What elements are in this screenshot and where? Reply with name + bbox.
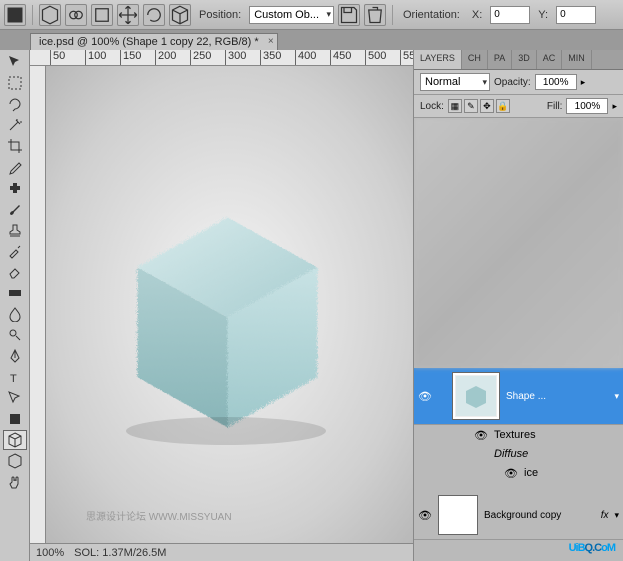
rotate-icon[interactable] bbox=[143, 4, 165, 26]
opacity-label: Opacity: bbox=[494, 77, 531, 88]
layers-panel: LAYERS CH PA 3D AC MIN Normal Opacity: ▸… bbox=[413, 50, 623, 561]
fill-label: Fill: bbox=[547, 101, 563, 112]
layer-name: Background copy bbox=[484, 510, 595, 521]
doc-size: SOL: 1.37M/26.5M bbox=[74, 547, 166, 559]
position-combo[interactable]: Custom Ob... bbox=[249, 6, 334, 24]
layer-thumbnail[interactable] bbox=[452, 372, 500, 420]
opacity-input[interactable] bbox=[535, 74, 577, 90]
tab-bar: ice.psd @ 100% (Shape 1 copy 22, RGB/8) … bbox=[0, 30, 623, 50]
canvas[interactable]: 思源设计论坛 WWW.MISSYUAN bbox=[46, 66, 413, 543]
horizontal-ruler[interactable]: 50 100 150 200 250 300 350 400 450 500 5… bbox=[30, 50, 413, 66]
hand-tool[interactable] bbox=[3, 472, 27, 492]
tab-actions[interactable]: AC bbox=[537, 50, 563, 69]
document-tab[interactable]: ice.psd @ 100% (Shape 1 copy 22, RGB/8) … bbox=[30, 33, 278, 50]
tab-title: ice.psd @ 100% (Shape 1 copy 22, RGB/8) … bbox=[39, 36, 259, 48]
lock-label: Lock: bbox=[420, 101, 444, 112]
ps-icon[interactable] bbox=[4, 4, 26, 26]
layer-name: Shape ... bbox=[506, 391, 608, 402]
tab-channels[interactable]: CH bbox=[462, 50, 488, 69]
lock-pixels-icon[interactable]: ✎ bbox=[464, 99, 478, 113]
tab-layers[interactable]: LAYERS bbox=[414, 50, 462, 69]
y-input[interactable] bbox=[556, 6, 596, 24]
chevron-icon[interactable]: ▸ bbox=[581, 77, 586, 88]
options-bar: Position: Custom Ob... Orientation: X: Y… bbox=[0, 0, 623, 30]
layer-shape[interactable]: 👁 Shape ... ▾ bbox=[414, 368, 623, 425]
tab-mini[interactable]: MIN bbox=[562, 50, 592, 69]
status-bar: 100% SOL: 1.37M/26.5M bbox=[30, 543, 413, 561]
position-label: Position: bbox=[199, 9, 241, 21]
healing-tool[interactable] bbox=[3, 178, 27, 198]
diffuse-item[interactable]: Diffuse bbox=[414, 445, 623, 463]
visibility-icon[interactable]: 👁 bbox=[474, 428, 488, 442]
move-icon[interactable] bbox=[117, 4, 139, 26]
lock-transparency-icon[interactable]: ▦ bbox=[448, 99, 462, 113]
wand-tool[interactable] bbox=[3, 115, 27, 135]
svg-text:T: T bbox=[10, 373, 17, 385]
move-tool[interactable] bbox=[3, 52, 27, 72]
3d-camera-tool[interactable] bbox=[3, 451, 27, 471]
layer-background[interactable]: 👁 Background copy fx ▾ bbox=[414, 491, 623, 540]
blur-tool[interactable] bbox=[3, 304, 27, 324]
canvas-area: 50 100 150 200 250 300 350 400 450 500 5… bbox=[30, 50, 413, 561]
eraser-tool[interactable] bbox=[3, 262, 27, 282]
toolbox: T bbox=[0, 50, 30, 561]
textures-group[interactable]: 👁 Textures bbox=[414, 425, 623, 445]
lasso-tool[interactable] bbox=[3, 94, 27, 114]
x-input[interactable] bbox=[490, 6, 530, 24]
blend-mode-combo[interactable]: Normal bbox=[420, 73, 490, 91]
layer-thumbnail[interactable] bbox=[438, 495, 478, 535]
chevron-down-icon[interactable]: ▾ bbox=[614, 510, 619, 521]
fx-icon[interactable]: fx bbox=[601, 510, 609, 521]
lock-position-icon[interactable]: ✥ bbox=[480, 99, 494, 113]
chevron-down-icon[interactable]: ▾ bbox=[614, 391, 619, 402]
shape-tool[interactable] bbox=[3, 409, 27, 429]
visibility-icon[interactable]: 👁 bbox=[418, 508, 432, 522]
orientation-label: Orientation: bbox=[403, 9, 460, 21]
cube-icon[interactable] bbox=[39, 4, 61, 26]
brush-tool[interactable] bbox=[3, 199, 27, 219]
close-icon[interactable]: × bbox=[268, 36, 274, 47]
y-label: Y: bbox=[538, 9, 548, 21]
canvas-watermark: 思源设计论坛 WWW.MISSYUAN bbox=[86, 508, 232, 523]
zoom-level[interactable]: 100% bbox=[36, 547, 64, 559]
tab-paths[interactable]: PA bbox=[488, 50, 512, 69]
save-icon[interactable] bbox=[338, 4, 360, 26]
tab-3d[interactable]: 3D bbox=[512, 50, 537, 69]
pen-tool[interactable] bbox=[3, 346, 27, 366]
eyedropper-tool[interactable] bbox=[3, 157, 27, 177]
visibility-icon[interactable]: 👁 bbox=[504, 466, 518, 480]
crop-tool[interactable] bbox=[3, 136, 27, 156]
group-icon[interactable] bbox=[65, 4, 87, 26]
ice-texture-item[interactable]: 👁 ice bbox=[414, 463, 623, 483]
chevron-icon[interactable]: ▸ bbox=[612, 101, 617, 112]
object-icon[interactable] bbox=[91, 4, 113, 26]
vertical-ruler[interactable] bbox=[30, 66, 46, 543]
delete-icon[interactable] bbox=[364, 4, 386, 26]
lock-all-icon[interactable]: 🔒 bbox=[496, 99, 510, 113]
path-tool[interactable] bbox=[3, 388, 27, 408]
type-tool[interactable]: T bbox=[3, 367, 27, 387]
history-brush-tool[interactable] bbox=[3, 241, 27, 261]
blurred-layers bbox=[414, 118, 623, 368]
ice-cube-render bbox=[96, 186, 356, 446]
dodge-tool[interactable] bbox=[3, 325, 27, 345]
marquee-tool[interactable] bbox=[3, 73, 27, 93]
scale-icon[interactable] bbox=[169, 4, 191, 26]
layers-list[interactable]: 👁 Shape ... ▾ 👁 Textures Diffuse 👁 bbox=[414, 118, 623, 561]
visibility-icon[interactable]: 👁 bbox=[418, 389, 432, 403]
3d-object-tool[interactable] bbox=[3, 430, 27, 450]
stamp-tool[interactable] bbox=[3, 220, 27, 240]
gradient-tool[interactable] bbox=[3, 283, 27, 303]
fill-input[interactable] bbox=[566, 98, 608, 114]
x-label: X: bbox=[472, 9, 482, 21]
